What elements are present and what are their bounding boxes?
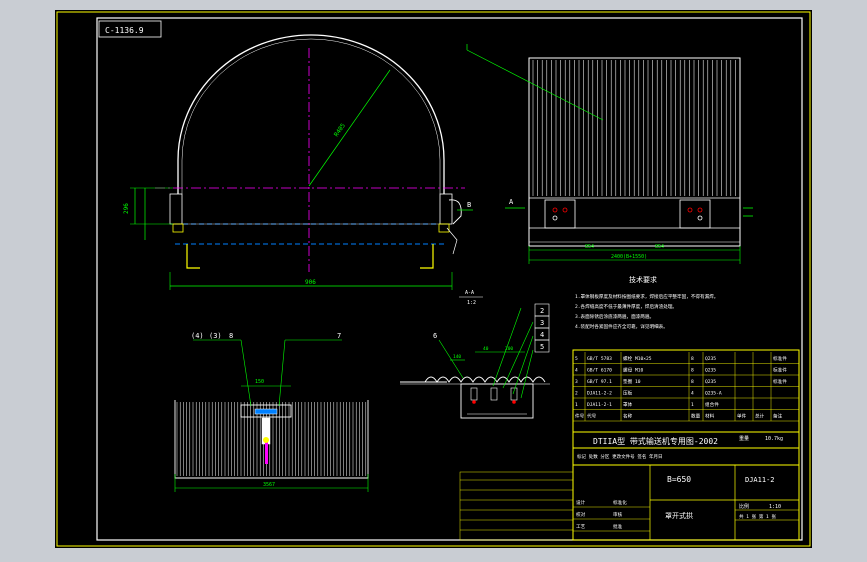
bom-cell: GB/T 5783	[587, 356, 612, 362]
scale-label: 比例	[739, 503, 749, 510]
technical-notes: 技术要求 1.罩体钢板厚度及材料按图纸要求，焊接后应平整牢固，不得有漏焊。 2.…	[575, 275, 718, 330]
bom-cell: 标准件	[773, 367, 787, 374]
bom-cell: DJA11-2-2	[587, 391, 612, 397]
side-elevation-view: A 854 854 2400(B+1550)	[466, 44, 753, 264]
bom-cell: 标准件	[773, 378, 787, 385]
callout-5: 5	[540, 343, 544, 351]
footer-signatures: 设计 标准化校对 审核工艺 批准	[576, 499, 627, 530]
signature-label: 设计	[576, 499, 586, 506]
dim-detail-bottom: 3567	[263, 482, 275, 488]
signature-label: 审核	[613, 511, 623, 518]
bom-cell: GB/T 97.1	[587, 379, 612, 385]
mass-value: 10.7kg	[765, 436, 783, 442]
belt-width: B=650	[667, 475, 691, 484]
bom-header-cell: 代号	[587, 413, 597, 420]
arch-front-view: R405 296 906 B	[123, 34, 473, 290]
bom-cell: 1	[691, 402, 694, 408]
dim-small-2: 40	[483, 346, 489, 352]
dim-small-3: 200	[505, 346, 513, 352]
detail-view-clamp: (4) (3) 8 7 150 3567	[174, 332, 369, 492]
note-2: 2.各焊缝高度不低于最薄件厚度，焊后清渣处理。	[575, 303, 677, 310]
bom-cell: Q235-A	[705, 391, 722, 397]
note-3: 3.表面除锈后涂底漆两遍，面漆两遍。	[575, 313, 654, 320]
mass-label: 重量	[739, 435, 749, 442]
bom-cell: 螺母 M10	[623, 367, 643, 374]
bom-cell: 4	[691, 391, 694, 397]
sheet-title: DTIIA型 带式输送机专用图-2002	[593, 436, 718, 446]
notes-title: 技术要求	[629, 275, 657, 284]
drawing-number: DJA11-2	[745, 476, 775, 484]
bom-cell: 1	[575, 402, 578, 408]
dim-height: 296	[123, 203, 130, 214]
part-name: 罩开式拱	[665, 511, 693, 520]
dim-overall-width: 906	[305, 279, 316, 286]
callout-4b: 4	[540, 331, 544, 339]
bom-cell: 压板	[623, 390, 633, 397]
bom-cell: 组合件	[705, 401, 719, 408]
bom-header-cell: 单件	[737, 413, 747, 420]
callout-7: 7	[337, 332, 341, 340]
bom-table: 5 GB/T 5783 螺栓 M10×25 8 Q235 标准件 4 GB/T 6170 螺母 …	[575, 355, 787, 420]
sheet-info: 共 1 张 第 1 张	[739, 513, 776, 520]
cad-viewport[interactable]: C-1136.9 R405 296 906 B A 854 854 2400(B…	[55, 10, 812, 548]
bom-cell: 8	[691, 368, 694, 374]
signature-label: 工艺	[576, 524, 586, 530]
callout-2: 2	[540, 307, 544, 315]
view-label-2: 1:2	[467, 300, 476, 306]
view-label-1: A-A	[465, 290, 474, 296]
bom-header-cell: 数量	[691, 413, 701, 420]
bom-header-cell: 件号	[575, 413, 585, 420]
bom-cell: 5	[575, 356, 578, 362]
bom-cell: 8	[691, 379, 694, 385]
dim-pitch-a: 854	[585, 244, 594, 250]
callout-6: 6	[433, 332, 437, 340]
section-label-b: B	[467, 201, 471, 209]
bom-cell: GB/T 6170	[587, 368, 612, 374]
bom-cell: 罩体	[623, 401, 633, 408]
drawing-sheet: C-1136.9 R405 296 906 B A 854 854 2400(B…	[56, 11, 811, 547]
callout-3: (3)	[209, 332, 222, 340]
bom-cell: 标准件	[773, 355, 787, 362]
bom-cell: Q235	[705, 379, 716, 385]
bom-cell: 4	[575, 368, 578, 374]
signature-label: 校对	[576, 511, 586, 518]
callout-8: 8	[229, 332, 233, 340]
callout-3b: 3	[540, 319, 544, 327]
bom-cell: Q235	[705, 368, 716, 374]
note-1: 1.罩体钢板厚度及材料按图纸要求，焊接后应平整牢固，不得有漏焊。	[575, 293, 718, 300]
bom-cell: 垫圈 10	[623, 378, 641, 385]
dim-small-1: 140	[453, 354, 461, 360]
bom-cell: Q235	[705, 356, 716, 362]
bom-header-cell: 总计	[755, 413, 765, 420]
bom-header-cell: 备注	[773, 413, 783, 420]
bom-header-cell: 材料	[705, 413, 715, 420]
bom-cell: 8	[691, 356, 694, 362]
code-box-text: C-1136.9	[105, 26, 144, 35]
dim-pitch-b: 854	[655, 244, 664, 250]
scale-value: 1:10	[769, 504, 781, 510]
bom-cell: 3	[575, 379, 578, 385]
footer-left: 标记 处数 分区 更改文件号 签名 年月日	[577, 453, 663, 460]
section-detail-view: 6 2 3 4 5 140 40 200	[400, 303, 550, 419]
section-label-a: A	[509, 198, 514, 206]
signature-label: 批准	[613, 523, 623, 530]
bom-cell: 2	[575, 391, 578, 397]
dim-detail-top: 150	[255, 379, 264, 385]
bom-cell: 螺栓 M10×25	[623, 355, 652, 362]
bom-cell: DJA11-2-1	[587, 402, 612, 408]
callout-4: (4)	[191, 332, 204, 340]
bom-header-cell: 名称	[623, 413, 633, 420]
note-4: 4.装配时各紧固件应齐全可靠，详见明细表。	[575, 323, 668, 330]
dim-span: 2400(B+1550)	[611, 254, 647, 260]
dim-radius: R405	[333, 122, 347, 138]
signature-label: 标准化	[613, 499, 627, 506]
